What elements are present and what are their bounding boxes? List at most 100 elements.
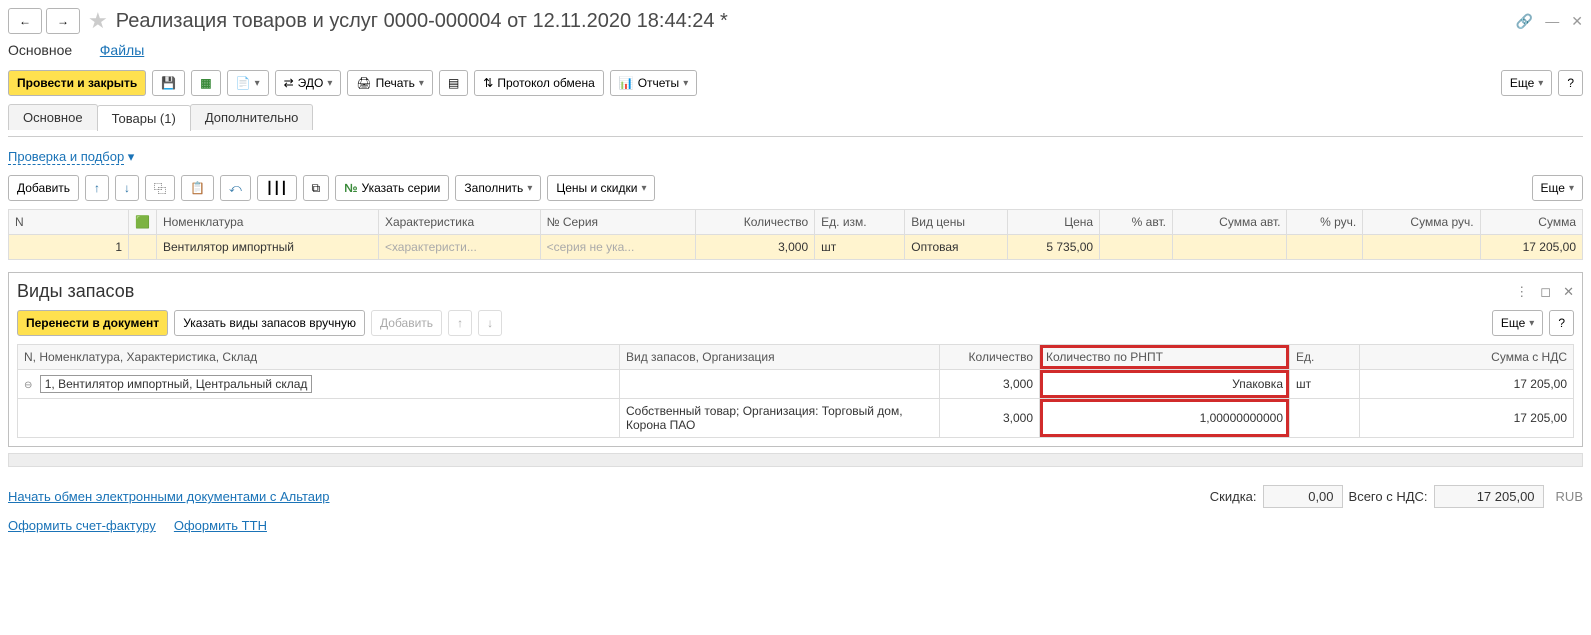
doc-icon: 📄 bbox=[236, 76, 251, 90]
horizontal-scrollbar[interactable] bbox=[8, 453, 1583, 467]
stock-col-unit[interactable]: Ед. bbox=[1290, 345, 1360, 370]
create-ttn-link[interactable]: Оформить ТТН bbox=[174, 518, 267, 533]
col-n[interactable]: N bbox=[9, 210, 129, 235]
stock-col-type[interactable]: Вид запасов, Организация bbox=[620, 345, 940, 370]
stock-cell-qty[interactable]: 3,000 bbox=[940, 370, 1040, 399]
reports-button[interactable]: 📊 Отчеты bbox=[610, 70, 697, 96]
move-up-button[interactable]: ↑ bbox=[85, 175, 109, 201]
stock-cell-nomen2[interactable] bbox=[18, 399, 620, 438]
cell-sumauto[interactable] bbox=[1172, 235, 1287, 260]
move-down-button[interactable]: ↓ bbox=[115, 175, 139, 201]
add-row-button[interactable]: Добавить bbox=[8, 175, 79, 201]
star-icon[interactable]: ★ bbox=[88, 8, 108, 34]
stock-cell-type[interactable] bbox=[620, 370, 940, 399]
cell-sum[interactable]: 17 205,00 bbox=[1480, 235, 1582, 260]
col-price[interactable]: Цена bbox=[1008, 210, 1100, 235]
stock-row-child[interactable]: Собственный товар; Организация: Торговый… bbox=[18, 399, 1574, 438]
stock-cell-sum2[interactable]: 17 205,00 bbox=[1360, 399, 1574, 438]
col-pctauto[interactable]: % авт. bbox=[1100, 210, 1173, 235]
minimize-icon[interactable]: — bbox=[1545, 13, 1559, 30]
transfer-button[interactable]: Перенести в документ bbox=[17, 310, 168, 336]
manual-stock-button[interactable]: Указать виды запасов вручную bbox=[174, 310, 365, 336]
tab-main[interactable]: Основное bbox=[8, 104, 98, 130]
collapse-icon[interactable]: ⊖ bbox=[24, 380, 32, 391]
col-sumauto[interactable]: Сумма авт. bbox=[1172, 210, 1287, 235]
stock-cell-qty2[interactable]: 3,000 bbox=[940, 399, 1040, 438]
check-and-select-link[interactable]: Проверка и подбор bbox=[8, 149, 124, 165]
cell-unit[interactable]: шт bbox=[815, 235, 905, 260]
cell-pctauto[interactable] bbox=[1100, 235, 1173, 260]
more-button[interactable]: Еще bbox=[1501, 70, 1552, 96]
help-button[interactable]: ? bbox=[1558, 70, 1583, 96]
fill-button[interactable]: Заполнить bbox=[455, 175, 541, 201]
close-icon[interactable]: ✕ bbox=[1571, 13, 1583, 30]
col-unit[interactable]: Ед. изм. bbox=[815, 210, 905, 235]
col-pic[interactable]: 🟩 bbox=[129, 210, 157, 235]
print-button[interactable]: 🖨 Печать bbox=[347, 70, 433, 96]
panel-menu-icon[interactable]: ⋮ bbox=[1515, 284, 1528, 300]
stock-col-rnpt[interactable]: Количество по РНПТ bbox=[1040, 345, 1290, 370]
stock-cell-rnpt2[interactable]: 1,00000000000 bbox=[1040, 399, 1290, 438]
stock-col-sum[interactable]: Сумма с НДС bbox=[1360, 345, 1574, 370]
cell-pic[interactable] bbox=[129, 235, 157, 260]
back-button[interactable]: ← bbox=[8, 8, 42, 34]
post-and-close-button[interactable]: Провести и закрыть bbox=[8, 70, 146, 96]
cell-char[interactable]: <характеристи... bbox=[378, 235, 540, 260]
cell-summan[interactable] bbox=[1363, 235, 1480, 260]
list-icon: ▤ bbox=[448, 76, 459, 90]
col-nomen[interactable]: Номенклатура bbox=[156, 210, 378, 235]
col-sum[interactable]: Сумма bbox=[1480, 210, 1582, 235]
list-button[interactable]: ▤ bbox=[439, 70, 468, 96]
stock-more-button[interactable]: Еще bbox=[1492, 310, 1543, 336]
stock-help-button[interactable]: ? bbox=[1549, 310, 1574, 336]
cell-nomen[interactable]: Вентилятор импортный bbox=[156, 235, 378, 260]
col-qty[interactable]: Количество bbox=[695, 210, 814, 235]
copy-button[interactable]: ⿻ bbox=[145, 175, 175, 201]
goods-row[interactable]: 1 Вентилятор импортный <характеристи... … bbox=[9, 235, 1583, 260]
scan-button[interactable]: ⧉ bbox=[303, 175, 330, 201]
col-pctman[interactable]: % руч. bbox=[1287, 210, 1363, 235]
discount-value: 0,00 bbox=[1263, 485, 1343, 508]
tab-goods[interactable]: Товары (1) bbox=[97, 105, 191, 131]
create-based-button[interactable]: 📄 bbox=[227, 70, 269, 96]
nav-main[interactable]: Основное bbox=[8, 42, 72, 58]
series-button[interactable]: № Указать серии bbox=[335, 175, 449, 201]
stock-cell-unit[interactable]: шт bbox=[1290, 370, 1360, 399]
stock-row-parent[interactable]: ⊖ 1, Вентилятор импортный, Центральный с… bbox=[18, 370, 1574, 399]
stock-cell-sum[interactable]: 17 205,00 bbox=[1360, 370, 1574, 399]
distribute-button[interactable]: ⤺ bbox=[220, 175, 251, 201]
panel-close-icon[interactable]: ✕ bbox=[1563, 284, 1574, 300]
forward-button[interactable]: → bbox=[46, 8, 80, 34]
create-invoice-link[interactable]: Оформить счет-фактуру bbox=[8, 518, 156, 533]
save-button[interactable]: 💾 bbox=[152, 70, 185, 96]
cell-pctman[interactable] bbox=[1287, 235, 1363, 260]
stock-cell-nomen[interactable]: ⊖ 1, Вентилятор импортный, Центральный с… bbox=[18, 370, 620, 399]
cell-qty[interactable]: 3,000 bbox=[695, 235, 814, 260]
stock-cell-unit2[interactable] bbox=[1290, 399, 1360, 438]
cell-series[interactable]: <серия не ука... bbox=[540, 235, 695, 260]
post-button[interactable]: ▦ bbox=[191, 70, 220, 96]
col-pricetype[interactable]: Вид цены bbox=[905, 210, 1008, 235]
cell-pricetype[interactable]: Оптовая bbox=[905, 235, 1008, 260]
col-summan[interactable]: Сумма руч. bbox=[1363, 210, 1480, 235]
tab-extra[interactable]: Дополнительно bbox=[190, 104, 314, 130]
discount-label: Скидка: bbox=[1210, 489, 1257, 504]
stock-col-qty[interactable]: Количество bbox=[940, 345, 1040, 370]
stock-cell-rnpt[interactable]: Упаковка bbox=[1040, 370, 1290, 399]
nav-files[interactable]: Файлы bbox=[100, 42, 144, 58]
protocol-button[interactable]: ⇅ Протокол обмена bbox=[474, 70, 603, 96]
cell-price[interactable]: 5 735,00 bbox=[1008, 235, 1100, 260]
start-exchange-link[interactable]: Начать обмен электронными документами с … bbox=[8, 489, 330, 504]
barcode-button[interactable]: ┃┃┃ bbox=[257, 175, 297, 201]
col-char[interactable]: Характеристика bbox=[378, 210, 540, 235]
paste-button[interactable]: 📋 bbox=[181, 175, 214, 201]
stock-cell-type2[interactable]: Собственный товар; Организация: Торговый… bbox=[620, 399, 940, 438]
prices-discounts-button[interactable]: Цены и скидки bbox=[547, 175, 655, 201]
cell-n[interactable]: 1 bbox=[9, 235, 129, 260]
edo-button[interactable]: ⇄ ЭДО bbox=[275, 70, 342, 96]
col-series[interactable]: № Серия bbox=[540, 210, 695, 235]
link-icon[interactable]: 🔗 bbox=[1516, 13, 1533, 30]
stock-col-nnomen[interactable]: N, Номенклатура, Характеристика, Склад bbox=[18, 345, 620, 370]
goods-more-button[interactable]: Еще bbox=[1532, 175, 1583, 201]
panel-maximize-icon[interactable]: ◻ bbox=[1540, 284, 1551, 300]
